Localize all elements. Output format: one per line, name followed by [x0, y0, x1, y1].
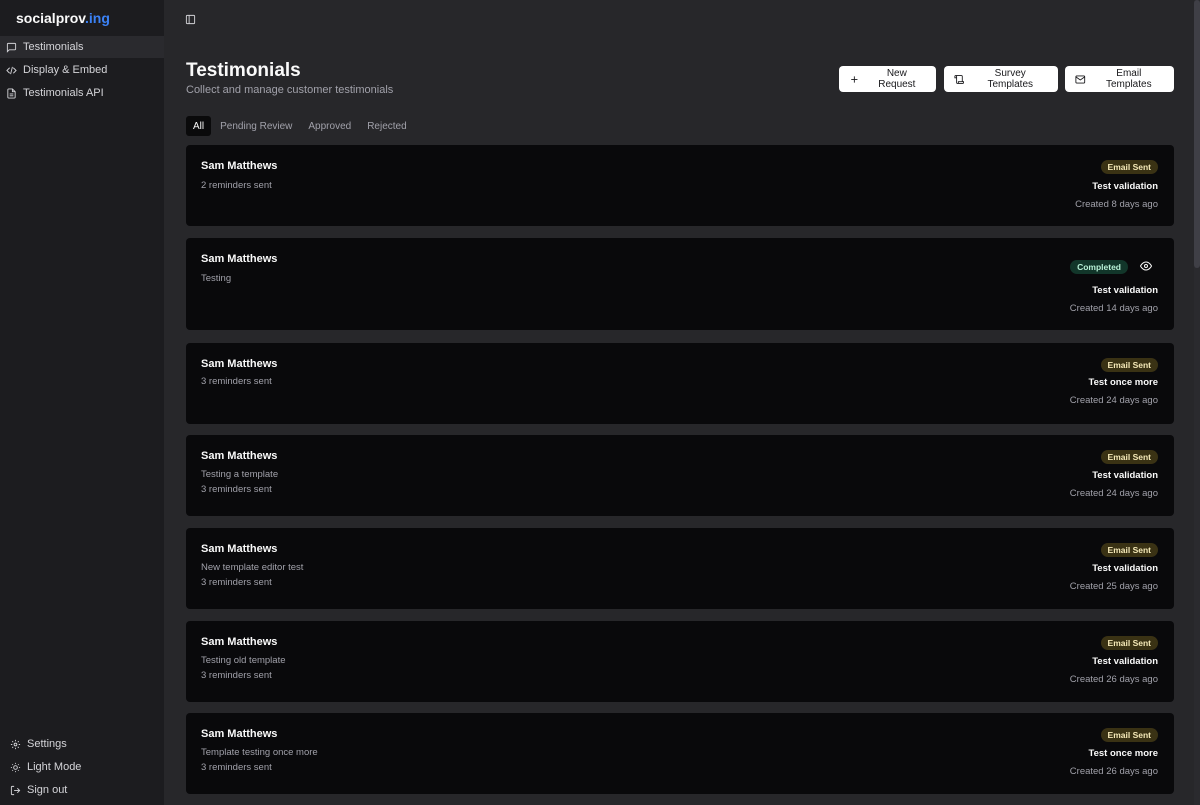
testimonial-card[interactable]: Sam Matthews Template testing once more …	[186, 713, 1174, 794]
gear-icon	[10, 739, 21, 749]
card-detail: Testing a template	[201, 469, 279, 480]
page-subtitle: Collect and manage customer testimonials	[186, 84, 394, 96]
status-badge: Email Sent	[1100, 543, 1158, 557]
status-badge: Email Sent	[1100, 450, 1158, 464]
sidebar-item-label: Display & Embed	[23, 64, 108, 76]
brand-accent: .ing	[85, 10, 110, 26]
light-mode-label: Light Mode	[27, 761, 82, 773]
status-badge: Email Sent	[1100, 358, 1158, 372]
created-date: Created 26 days ago	[1069, 674, 1158, 685]
new-request-button[interactable]: New Request	[839, 66, 936, 92]
scrollbar-thumb[interactable]	[1194, 0, 1200, 268]
status-badge: Completed	[1070, 260, 1128, 274]
tab-pending-review[interactable]: Pending Review	[213, 116, 299, 136]
template-name: Test validation	[1092, 563, 1158, 574]
status-badge: Email Sent	[1100, 160, 1158, 174]
mail-icon	[1075, 75, 1086, 83]
card-detail: 3 reminders sent	[201, 376, 272, 387]
sidebar-item-label: Testimonials	[23, 41, 84, 53]
customer-name: Sam Matthews	[201, 358, 278, 370]
template-name: Test validation	[1092, 470, 1158, 481]
created-date: Created 14 days ago	[1069, 303, 1158, 314]
testimonial-card[interactable]: Sam Matthews Testing a template 3 remind…	[186, 435, 1174, 516]
created-date: Created 26 days ago	[1069, 766, 1158, 777]
sidebar-item-label: Testimonials API	[23, 87, 104, 99]
logout-icon	[10, 785, 21, 795]
tab-rejected[interactable]: Rejected	[360, 116, 413, 136]
testimonial-card[interactable]: Sam Matthews New template editor test 3 …	[186, 528, 1174, 609]
customer-name: Sam Matthews	[201, 728, 278, 740]
card-detail: 3 reminders sent	[201, 484, 272, 495]
customer-name: Sam Matthews	[201, 253, 278, 265]
tab-all[interactable]: All	[186, 116, 212, 136]
light-mode-button[interactable]: Light Mode	[0, 756, 164, 778]
brand-text: socialprov	[16, 10, 85, 26]
created-date: Created 25 days ago	[1069, 581, 1158, 592]
card-detail: 2 reminders sent	[201, 180, 272, 191]
sign-out-button[interactable]: Sign out	[0, 779, 164, 801]
page-title: Testimonials	[186, 60, 301, 81]
settings-label: Settings	[27, 738, 67, 750]
sun-icon	[10, 762, 21, 772]
testimonial-card[interactable]: Sam Matthews 3 reminders sent Email Sent…	[186, 343, 1174, 424]
email-templates-button[interactable]: Email Templates	[1065, 66, 1174, 92]
status-badge: Email Sent	[1100, 636, 1158, 650]
message-square-icon	[6, 42, 17, 53]
sidebar-item-display-embed[interactable]: Display & Embed	[0, 59, 164, 81]
filter-tabs: All Pending Review Approved Rejected	[186, 116, 414, 136]
sidebar-toggle-icon	[185, 14, 195, 24]
testimonial-card[interactable]: Sam Matthews Testing Completed Test vali…	[186, 238, 1174, 330]
survey-templates-label: Survey Templates	[987, 68, 1034, 90]
template-name: Test validation	[1092, 181, 1158, 192]
survey-templates-button[interactable]: Survey Templates	[944, 66, 1058, 92]
tab-approved[interactable]: Approved	[301, 116, 358, 136]
sidebar-toggle-button[interactable]	[183, 12, 197, 26]
customer-name: Sam Matthews	[201, 160, 278, 172]
new-request-label: New Request	[878, 68, 916, 90]
sidebar-item-testimonials[interactable]: Testimonials	[0, 36, 164, 58]
template-name: Test validation	[1092, 656, 1158, 667]
template-name: Test once more	[1088, 748, 1158, 759]
customer-name: Sam Matthews	[201, 450, 278, 462]
template-name: Test validation	[1092, 285, 1158, 296]
brand-logo[interactable]: socialprov.ing	[16, 10, 110, 26]
sign-out-label: Sign out	[27, 784, 68, 796]
card-detail: New template editor test	[201, 562, 304, 573]
status-badge: Email Sent	[1100, 728, 1158, 742]
card-detail: 3 reminders sent	[201, 670, 272, 681]
testimonial-card[interactable]: Sam Matthews Testing old template 3 remi…	[186, 621, 1174, 702]
template-name: Test once more	[1088, 377, 1158, 388]
scroll-icon	[954, 74, 965, 84]
email-templates-label: Email Templates	[1106, 68, 1152, 90]
created-date: Created 24 days ago	[1069, 488, 1158, 499]
scrollbar[interactable]	[1194, 0, 1200, 805]
card-detail: Template testing once more	[201, 747, 318, 758]
created-date: Created 24 days ago	[1069, 395, 1158, 406]
file-text-icon	[7, 87, 16, 99]
testimonial-card[interactable]: Sam Matthews 2 reminders sent Email Sent…	[186, 145, 1174, 226]
customer-name: Sam Matthews	[201, 543, 278, 555]
plus-icon	[851, 75, 858, 83]
card-detail: 3 reminders sent	[201, 762, 272, 773]
eye-icon[interactable]	[1140, 260, 1152, 272]
customer-name: Sam Matthews	[201, 636, 278, 648]
card-detail: Testing	[201, 273, 232, 284]
card-detail: Testing old template	[201, 655, 286, 666]
settings-button[interactable]: Settings	[0, 733, 164, 755]
sidebar-item-testimonials-api[interactable]: Testimonials API	[0, 82, 164, 104]
created-date: Created 8 days ago	[1075, 199, 1158, 210]
card-detail: 3 reminders sent	[201, 577, 272, 588]
code-icon	[6, 66, 17, 74]
sidebar: socialprov.ing Testimonials Display & Em…	[0, 0, 164, 805]
